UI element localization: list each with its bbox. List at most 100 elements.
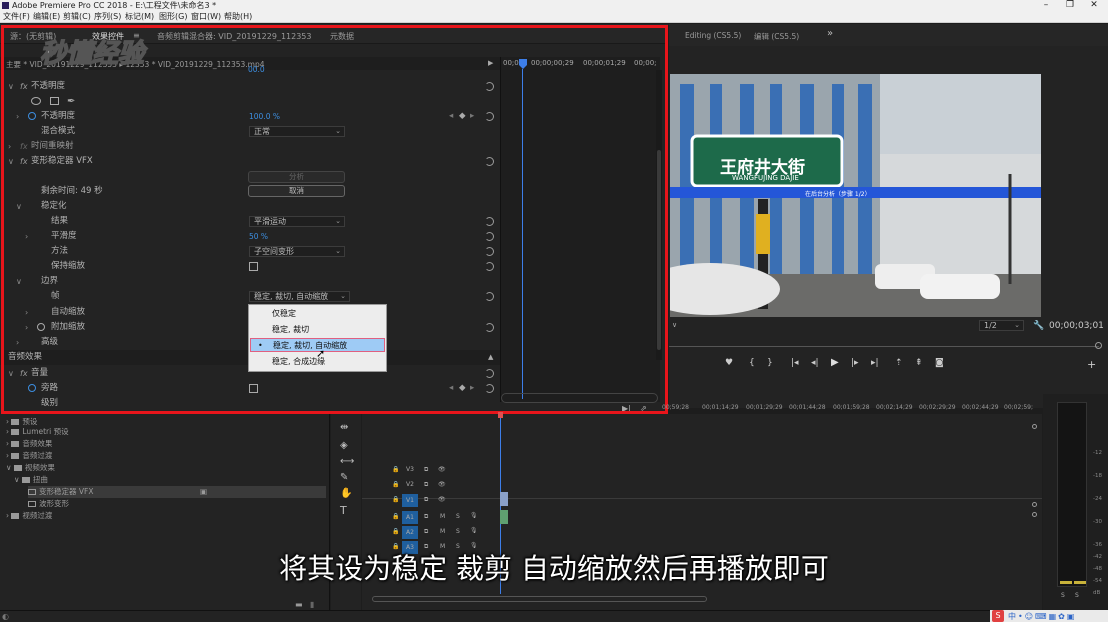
track-label[interactable]: A1	[402, 511, 418, 524]
new-folder-icon[interactable]: ▬	[295, 600, 303, 609]
input-method-icon[interactable]: S	[992, 610, 1004, 622]
tree-item-warp-stabilizer[interactable]: 变形稳定器 VFX ▣	[28, 486, 326, 498]
type-tool-icon[interactable]: T	[340, 504, 347, 517]
lock-icon[interactable]: 🔒	[392, 496, 399, 503]
lift-icon[interactable]: ⇡	[895, 358, 903, 368]
microphone-icon[interactable]: 🎙	[470, 527, 478, 534]
workspace-overflow-icon[interactable]: »	[827, 28, 833, 39]
mute-button[interactable]: M	[440, 513, 445, 520]
fit-dropdown-icon[interactable]: ∨	[672, 321, 677, 329]
meter-scale: -30	[1093, 519, 1102, 525]
scroll-handle[interactable]	[1032, 502, 1037, 507]
workspace-tab-editing-en[interactable]: Editing (CS5.5)	[685, 31, 741, 40]
track-label[interactable]: V1	[402, 494, 418, 507]
menu-clip[interactable]: 剪辑(C)	[63, 11, 91, 23]
effects-browser-panel: › 预设 › Lumetri 预设 › 音频效果 › 音频过渡 ∨ 视频效果 ∨…	[0, 414, 330, 620]
menu-graphics[interactable]: 图形(G)	[159, 11, 187, 23]
tree-item-distort[interactable]: ∨ 扭曲	[14, 474, 48, 486]
mark-out-icon[interactable]: }	[767, 358, 773, 368]
resolution-dropdown[interactable]: 1/2 ⌄	[979, 320, 1024, 331]
go-to-in-icon[interactable]: |◂	[791, 358, 799, 368]
track-header-a2[interactable]: 🔒 A2 ⧉ M S 🎙	[392, 526, 502, 540]
tree-item-video-effects[interactable]: ∨ 视频效果	[6, 462, 55, 474]
ruler-tick: 00;01;29;29	[746, 404, 783, 411]
minimize-icon[interactable]: –	[1036, 0, 1056, 11]
sync-lock-icon[interactable]: ⧉	[424, 466, 428, 474]
extract-icon[interactable]: ⇞	[915, 358, 923, 368]
workspace-tab-editing-zh[interactable]: 编辑 (CS5.5)	[754, 31, 799, 42]
tree-item-audio-effects[interactable]: › 音频效果	[6, 438, 52, 450]
microphone-icon[interactable]: 🎙	[470, 512, 478, 519]
menu-sequence[interactable]: 序列(S)	[94, 11, 121, 23]
razor-tool-icon[interactable]: ◈	[340, 440, 348, 451]
lock-icon[interactable]: 🔒	[392, 528, 399, 535]
folder-icon	[11, 429, 20, 435]
play-icon[interactable]: ▶	[831, 357, 839, 368]
status-bar: ◐	[0, 610, 990, 622]
program-video-frame[interactable]: 王府井大街 WANGFUJING DAJIE 在后台分析（步骤 1/2）	[670, 74, 1041, 317]
tree-item-label: 视频效果	[24, 463, 55, 472]
menu-file[interactable]: 文件(F)	[3, 11, 30, 23]
menu-window[interactable]: 窗口(W)	[191, 11, 221, 23]
eye-icon[interactable]: 👁	[438, 496, 446, 503]
hand-tool-icon[interactable]: ✋	[340, 488, 352, 499]
scrub-handle[interactable]	[1095, 342, 1102, 349]
sync-lock-icon[interactable]: ⧉	[424, 513, 428, 521]
solo-button[interactable]: S	[456, 528, 460, 535]
export-frame-icon[interactable]: ◙	[935, 358, 944, 368]
menu-help[interactable]: 帮助(H)	[224, 11, 252, 23]
solo-right-button[interactable]: S	[1075, 592, 1079, 599]
lock-icon[interactable]: 🔒	[392, 466, 399, 473]
lock-icon[interactable]: 🔒	[392, 481, 399, 488]
mute-button[interactable]: M	[440, 528, 445, 535]
timeline-zoom-scrollbar[interactable]	[372, 596, 707, 602]
track-label[interactable]: A2	[402, 526, 418, 539]
solo-button[interactable]: S	[456, 513, 460, 520]
solo-left-button[interactable]: S	[1061, 592, 1065, 599]
tree-item-label: 预设	[22, 417, 38, 426]
sync-lock-icon[interactable]: ⧉	[424, 496, 428, 504]
mark-in-icon[interactable]: {	[749, 358, 755, 368]
track-label: V2	[406, 481, 414, 488]
tree-item-video-transitions[interactable]: › 视频过渡	[6, 510, 52, 522]
lock-icon[interactable]: 🔒	[392, 513, 399, 520]
tree-item-lumetri[interactable]: › Lumetri 预设	[6, 426, 69, 438]
sync-lock-icon[interactable]: ⧉	[424, 528, 428, 536]
program-timecode: 00;00;03;01	[1049, 321, 1104, 331]
pen-tool-icon[interactable]: ✎	[340, 472, 348, 483]
scroll-handle[interactable]	[1032, 424, 1037, 429]
scrub-bar[interactable]	[669, 346, 1099, 347]
restore-icon[interactable]: ❐	[1060, 0, 1080, 11]
tree-item-wave-warp[interactable]: 波形变形	[28, 498, 69, 510]
track-header-v1[interactable]: 🔒 V1 ⧉ 👁	[392, 494, 502, 508]
button-editor-icon[interactable]: +	[1087, 358, 1096, 371]
tools-panel: ⇹ ◈ ⟷ ✎ ✋ T	[331, 414, 361, 620]
timeline-ruler[interactable]: 00;59;28 00;01;14;29 00;01;29;29 00;01;4…	[662, 402, 1033, 414]
track-header-a1[interactable]: 🔒 A1 ⧉ M S 🎙	[392, 511, 502, 525]
close-icon[interactable]: ✕	[1084, 0, 1104, 11]
slip-tool-icon[interactable]: ⟷	[340, 456, 354, 467]
tree-item-label: 音频过渡	[22, 451, 53, 460]
track-header-v2[interactable]: 🔒 V2 ⧉ 👁	[392, 479, 502, 493]
scroll-handle[interactable]	[1032, 512, 1037, 517]
add-marker-icon[interactable]: ♥	[725, 358, 733, 368]
menu-edit[interactable]: 编辑(E)	[33, 11, 60, 23]
go-to-out-icon[interactable]: ▸|	[871, 358, 879, 368]
delete-icon[interactable]: ▮	[310, 600, 314, 609]
effect-icon	[28, 501, 36, 507]
eye-icon[interactable]: 👁	[438, 481, 446, 488]
ruler-tick: 00;59;28	[662, 404, 689, 411]
step-forward-icon[interactable]: |▸	[851, 358, 859, 368]
tree-item-audio-transitions[interactable]: › 音频过渡	[6, 450, 52, 462]
track-select-tool-icon[interactable]: ⇹	[340, 422, 348, 433]
wrench-icon[interactable]: 🔧	[1033, 321, 1044, 331]
track-header-v3[interactable]: 🔒 V3 ⧉ 👁	[392, 464, 502, 478]
sync-lock-icon[interactable]: ⧉	[424, 481, 428, 489]
tray-icons[interactable]: 中•☺⌨▦✿▣	[1008, 611, 1076, 622]
step-back-icon[interactable]: ◂|	[811, 358, 819, 368]
meter-scale: -18	[1093, 473, 1102, 479]
eye-icon[interactable]: 👁	[438, 466, 446, 473]
resolution-value: 1/2	[984, 321, 997, 330]
menu-marker[interactable]: 标记(M)	[125, 11, 154, 23]
playhead-marker-icon[interactable]	[498, 412, 503, 418]
